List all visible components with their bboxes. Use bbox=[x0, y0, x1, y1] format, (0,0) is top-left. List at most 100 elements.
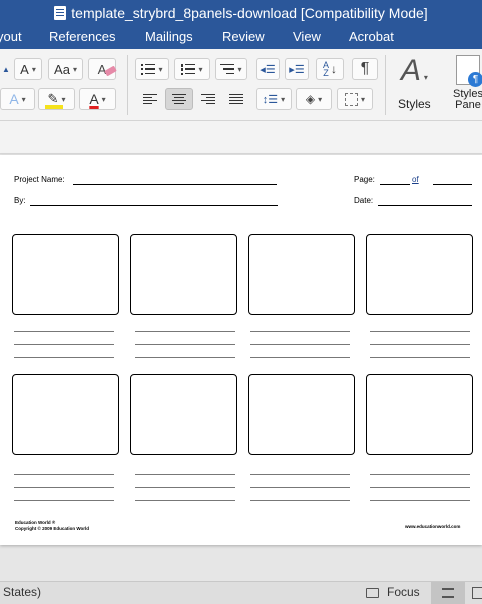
align-center-button[interactable] bbox=[165, 88, 193, 110]
clear-formatting-icon: A bbox=[98, 62, 117, 77]
title-bar: template_strybrd_8panels-download [Compa… bbox=[0, 0, 482, 26]
page-total-line bbox=[433, 184, 472, 185]
footer-website: www.educationworld.com bbox=[405, 524, 461, 529]
font-size-down-caret[interactable]: ▲ bbox=[0, 58, 12, 80]
styles-pane-button[interactable]: ¶ Styles Pane bbox=[448, 55, 482, 111]
caption-line bbox=[370, 331, 470, 332]
align-left-icon bbox=[143, 93, 157, 105]
status-bar: States) Focus bbox=[0, 581, 482, 604]
bullets-button[interactable]: ▾ bbox=[135, 58, 169, 80]
caption-line bbox=[250, 344, 350, 345]
focus-mode-button[interactable]: Focus bbox=[387, 585, 420, 599]
caption-line bbox=[370, 487, 470, 488]
caption-line bbox=[14, 474, 114, 475]
bullets-icon bbox=[141, 63, 156, 75]
caption-line bbox=[135, 357, 235, 358]
caption-line bbox=[250, 357, 350, 358]
align-right-icon bbox=[201, 93, 215, 105]
language-status[interactable]: States) bbox=[3, 585, 41, 599]
storyboard-panel[interactable] bbox=[248, 234, 355, 315]
of-label: of bbox=[412, 175, 419, 184]
caption-line bbox=[135, 500, 235, 501]
highlight-button[interactable]: ✎ ▾ bbox=[38, 88, 75, 110]
borders-button[interactable]: ▾ bbox=[337, 88, 373, 110]
borders-icon bbox=[344, 92, 358, 106]
numbering-icon bbox=[181, 63, 196, 75]
caption-line bbox=[250, 500, 350, 501]
caption-line bbox=[370, 474, 470, 475]
storyboard-panel[interactable] bbox=[130, 234, 237, 315]
clear-formatting-button[interactable]: A bbox=[88, 58, 117, 80]
project-name-line bbox=[73, 184, 277, 185]
styles-pane-label: Styles Pane bbox=[453, 88, 482, 111]
caption-line bbox=[14, 331, 114, 332]
web-layout-view-button[interactable] bbox=[472, 587, 482, 599]
tab-review[interactable]: Review bbox=[222, 29, 265, 44]
document-workspace: Project Name: By: Page: of Date: Educati… bbox=[0, 121, 482, 581]
caption-line bbox=[135, 344, 235, 345]
caption-line bbox=[14, 344, 114, 345]
window-title: template_strybrd_8panels-download [Compa… bbox=[71, 5, 428, 21]
shading-button[interactable]: ◈ ▾ bbox=[296, 88, 332, 110]
styles-gallery-button[interactable]: A ▾ Styles bbox=[398, 55, 431, 112]
caption-line bbox=[14, 357, 114, 358]
page-number-line bbox=[380, 184, 410, 185]
numbering-button[interactable]: ▾ bbox=[174, 58, 210, 80]
word-doc-icon bbox=[54, 6, 67, 20]
print-layout-view-button[interactable] bbox=[431, 582, 465, 604]
multilevel-list-button[interactable]: ▾ bbox=[215, 58, 247, 80]
tab-acrobat[interactable]: Acrobat bbox=[349, 29, 394, 44]
by-line bbox=[30, 205, 278, 206]
caption-line bbox=[135, 474, 235, 475]
tab-mailings[interactable]: Mailings bbox=[145, 29, 193, 44]
font-color-icon: A bbox=[89, 91, 99, 107]
sort-button[interactable]: A Z ↓ bbox=[316, 58, 344, 80]
increase-indent-button[interactable]: ▸☰ bbox=[285, 58, 309, 80]
align-right-button[interactable] bbox=[195, 88, 221, 110]
storyboard-panel[interactable] bbox=[366, 234, 473, 315]
increase-indent-icon: ▸☰ bbox=[289, 63, 305, 76]
text-effects-icon: A bbox=[9, 91, 19, 107]
focus-icon bbox=[366, 588, 379, 598]
storyboard-panel[interactable] bbox=[248, 374, 355, 455]
tab-references[interactable]: References bbox=[49, 29, 115, 44]
caption-line bbox=[250, 487, 350, 488]
line-spacing-button[interactable]: ↕☰ ▾ bbox=[256, 88, 292, 110]
decrease-indent-icon: ◂☰ bbox=[260, 63, 276, 76]
show-formatting-button[interactable]: ¶ bbox=[352, 58, 378, 80]
justify-button[interactable] bbox=[223, 88, 249, 110]
project-name-label: Project Name: bbox=[14, 175, 65, 184]
footer-copyright: Education World ® Copyright © 2009 Educa… bbox=[15, 520, 89, 531]
grow-font-button[interactable]: A ▾ bbox=[14, 58, 42, 80]
page-label: Page: bbox=[354, 175, 375, 184]
print-layout-icon bbox=[442, 588, 454, 598]
font-color-button[interactable]: A ▾ bbox=[79, 88, 116, 110]
change-case-button[interactable]: Aa ▾ bbox=[48, 58, 83, 80]
by-label: By: bbox=[14, 196, 26, 205]
home-ribbon: ▲ A ▾ Aa ▾ A ▾ ▾ ▾ ◂☰ ▸☰ A Z ↓ ¶ A ▾ ✎ ▾… bbox=[0, 49, 482, 121]
caption-line bbox=[370, 344, 470, 345]
text-effects-button[interactable]: A ▾ bbox=[0, 88, 35, 110]
styles-pane-icon: ¶ bbox=[456, 55, 482, 87]
justify-icon bbox=[229, 93, 243, 105]
shading-icon: ◈ bbox=[305, 92, 316, 106]
tab-view[interactable]: View bbox=[293, 29, 321, 44]
storyboard-panel[interactable] bbox=[130, 374, 237, 455]
multilevel-list-icon bbox=[220, 63, 235, 75]
caption-line bbox=[250, 331, 350, 332]
storyboard-panel[interactable] bbox=[12, 374, 119, 455]
document-page[interactable]: Project Name: By: Page: of Date: Educati… bbox=[0, 155, 482, 545]
tab-layout[interactable]: yout bbox=[0, 29, 22, 44]
sort-icon: AZ bbox=[322, 60, 329, 78]
storyboard-panel[interactable] bbox=[366, 374, 473, 455]
ruler-area bbox=[0, 121, 482, 154]
decrease-indent-button[interactable]: ◂☰ bbox=[256, 58, 280, 80]
line-spacing-icon: ↕☰ bbox=[262, 93, 279, 106]
caption-line bbox=[135, 487, 235, 488]
caption-line bbox=[135, 331, 235, 332]
styles-label: Styles bbox=[398, 97, 431, 111]
storyboard-panel[interactable] bbox=[12, 234, 119, 315]
caption-line bbox=[370, 357, 470, 358]
caption-line bbox=[14, 487, 114, 488]
align-left-button[interactable] bbox=[137, 88, 163, 110]
